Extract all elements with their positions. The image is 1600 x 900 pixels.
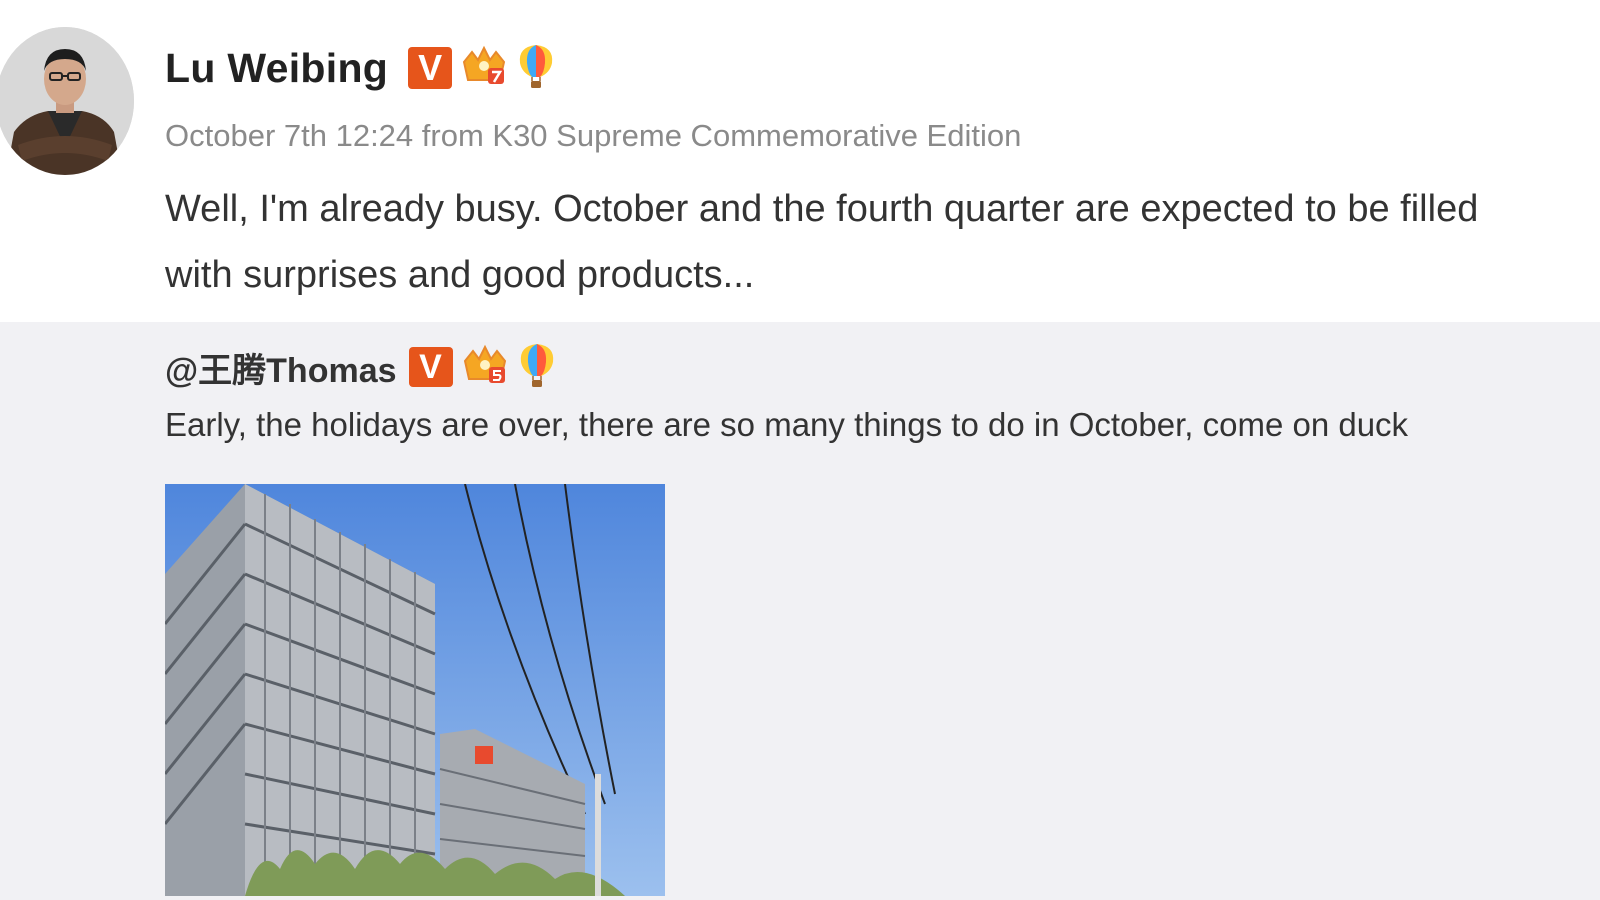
verified-badge-icon[interactable]: V bbox=[408, 347, 453, 387]
post-meta: October 7th 12:24 from K30 Supreme Comme… bbox=[165, 118, 1022, 153]
post-text-line: with surprises and good products... bbox=[165, 254, 755, 296]
hot-air-balloon-icon[interactable] bbox=[517, 342, 557, 393]
crown-level-icon[interactable] bbox=[460, 44, 508, 93]
repost-image[interactable] bbox=[165, 484, 665, 896]
repost-text: Early, the holidays are over, there are … bbox=[165, 406, 1409, 443]
author-badges: V bbox=[408, 43, 556, 94]
post-text: Well, I'm already busy. October and the … bbox=[165, 176, 1595, 308]
author-avatar[interactable] bbox=[0, 27, 134, 175]
author-name[interactable]: Lu Weibing bbox=[165, 45, 388, 92]
crown-level-icon[interactable] bbox=[461, 343, 509, 392]
repost-author-link[interactable]: @王腾Thomas bbox=[165, 343, 397, 392]
verified-badge-icon[interactable]: V bbox=[408, 47, 453, 89]
hot-air-balloon-icon[interactable] bbox=[516, 43, 556, 94]
author-row: Lu Weibing V bbox=[165, 40, 556, 96]
post-text-line: Well, I'm already busy. October and the … bbox=[165, 188, 1479, 230]
repost-author-badges: V bbox=[408, 342, 557, 393]
repost-header: @王腾Thomas V bbox=[165, 342, 557, 392]
reposted-content[interactable]: @王腾Thomas V Early, the holidays are over… bbox=[0, 322, 1600, 900]
weibo-post: Lu Weibing V October 7th 12:24 from K30 … bbox=[0, 0, 1600, 322]
